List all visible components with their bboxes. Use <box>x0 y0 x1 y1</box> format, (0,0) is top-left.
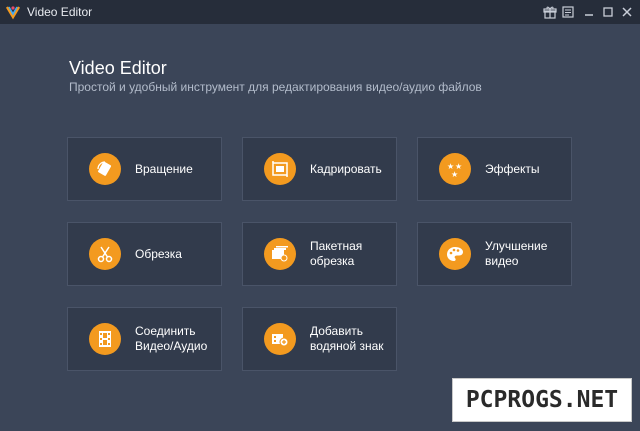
tool-label: Улучшение видео <box>485 239 548 268</box>
watermark-icon <box>264 323 296 355</box>
tool-enhance-button[interactable]: Улучшение видео <box>417 222 572 286</box>
page-title: Video Editor <box>69 58 167 78</box>
gift-icon[interactable] <box>543 5 557 19</box>
svg-text:★: ★ <box>451 170 458 178</box>
feedback-icon[interactable] <box>561 5 575 19</box>
tool-watermark-button[interactable]: Добавить водяной знак <box>242 307 397 371</box>
close-icon[interactable] <box>620 5 634 19</box>
page-subtitle: Простой и удобный инструмент для редакти… <box>69 80 482 94</box>
maximize-icon[interactable] <box>601 5 615 19</box>
batch-trim-icon <box>264 238 296 270</box>
crop-icon <box>264 153 296 185</box>
tool-label: Пакетная обрезка <box>310 239 363 268</box>
watermark-text: PCPROGS.NET <box>465 387 619 413</box>
minimize-icon[interactable] <box>582 5 596 19</box>
tool-join-button[interactable]: Соединить Видео/Аудио <box>67 307 222 371</box>
window-title: Video Editor <box>27 5 93 19</box>
tool-label: Эффекты <box>485 161 540 176</box>
tool-crop-button[interactable]: Кадрировать <box>242 137 397 201</box>
tool-batch-trim-button[interactable]: Пакетная обрезка <box>242 222 397 286</box>
tool-rotate-button[interactable]: Вращение <box>67 137 222 201</box>
rotate-icon <box>89 153 121 185</box>
tool-trim-button[interactable]: Обрезка <box>67 222 222 286</box>
effects-stars-icon: ★ ★ ★ <box>439 153 471 185</box>
film-join-icon <box>89 323 121 355</box>
scissors-icon <box>89 238 121 270</box>
tool-label: Обрезка <box>135 246 182 261</box>
tool-label: Кадрировать <box>310 161 382 176</box>
site-watermark: PCPROGS.NET <box>452 378 632 422</box>
title-bar: Video Editor <box>0 0 640 24</box>
app-logo-icon <box>5 4 21 20</box>
tool-effects-button[interactable]: ★ ★ ★ Эффекты <box>417 137 572 201</box>
tool-label: Добавить водяной знак <box>310 324 384 353</box>
palette-enhance-icon <box>439 238 471 270</box>
tool-label: Соединить Видео/Аудио <box>135 324 208 353</box>
tool-label: Вращение <box>135 161 193 176</box>
